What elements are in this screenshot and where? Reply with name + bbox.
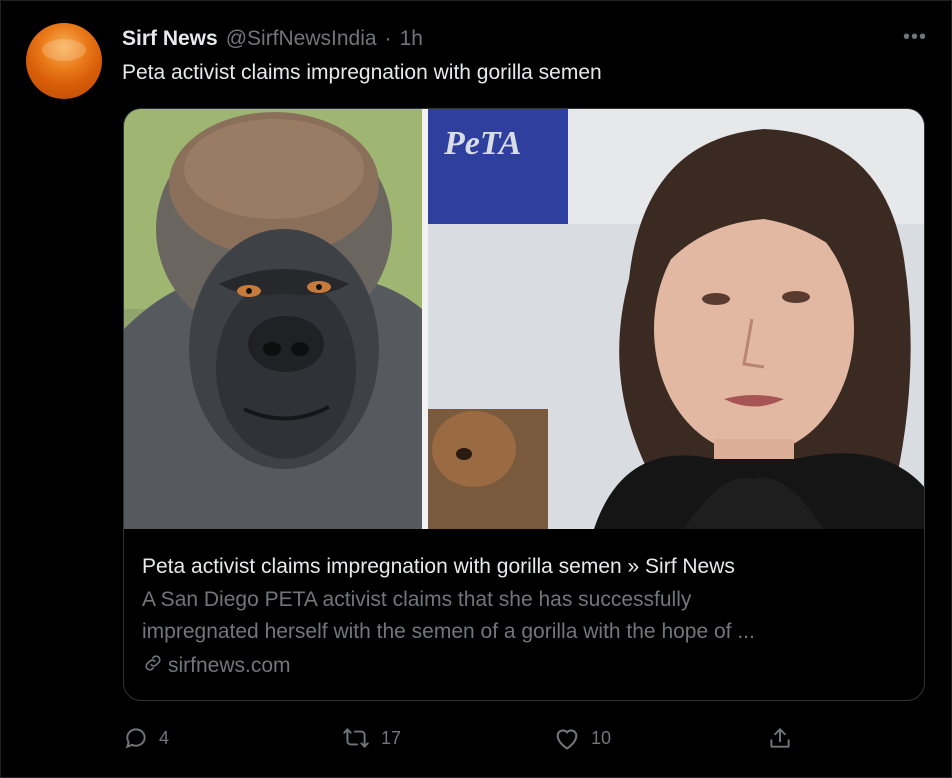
author-handle[interactable]: @SirfNewsIndia [226, 27, 377, 51]
tweet-text: Peta activist claims impregnation with g… [122, 61, 602, 84]
reply-button[interactable]: 4 [123, 725, 169, 751]
more-icon[interactable]: ••• [903, 27, 927, 47]
link-icon [142, 652, 164, 680]
card-image[interactable]: PeTA [124, 109, 924, 529]
like-count: 10 [591, 727, 612, 748]
retweet-button[interactable]: 17 [341, 725, 401, 751]
action-bar: 4 17 10 [123, 725, 803, 755]
card-description-line-2: impregnated herself with the semen of a … [142, 620, 755, 643]
share-button[interactable] [767, 725, 793, 751]
reply-count: 4 [159, 727, 170, 748]
card-domain[interactable]: sirfnews.com [142, 652, 906, 680]
reply-icon [123, 725, 149, 751]
card-domain-text: sirfnews.com [168, 654, 291, 677]
tweet-timestamp[interactable]: 1h [400, 27, 423, 51]
link-card[interactable]: PeTA Peta activist claims impregnation w… [123, 108, 925, 701]
card-image-graphic: PeTA [124, 109, 924, 529]
author-name[interactable]: Sirf News [122, 27, 218, 51]
heart-icon [553, 725, 581, 751]
separator-dot: · [384, 27, 392, 50]
card-title[interactable]: Peta activist claims impregnation with g… [142, 553, 906, 581]
tweet-header: Sirf News @SirfNewsIndia · 1h [122, 25, 423, 53]
card-description-line-1: A San Diego PETA activist claims that sh… [142, 588, 692, 611]
like-button[interactable]: 10 [553, 725, 611, 751]
peta-logo-text: PeTA [443, 125, 521, 162]
tweet-container[interactable]: Sirf News @SirfNewsIndia · 1h ••• Peta a… [0, 0, 952, 778]
avatar[interactable] [26, 23, 102, 99]
retweet-count: 17 [381, 727, 402, 748]
card-description: A San Diego PETA activist claims that sh… [142, 584, 882, 648]
retweet-icon [341, 725, 371, 751]
card-meta: Peta activist claims impregnation with g… [142, 553, 906, 680]
share-icon [767, 725, 793, 751]
